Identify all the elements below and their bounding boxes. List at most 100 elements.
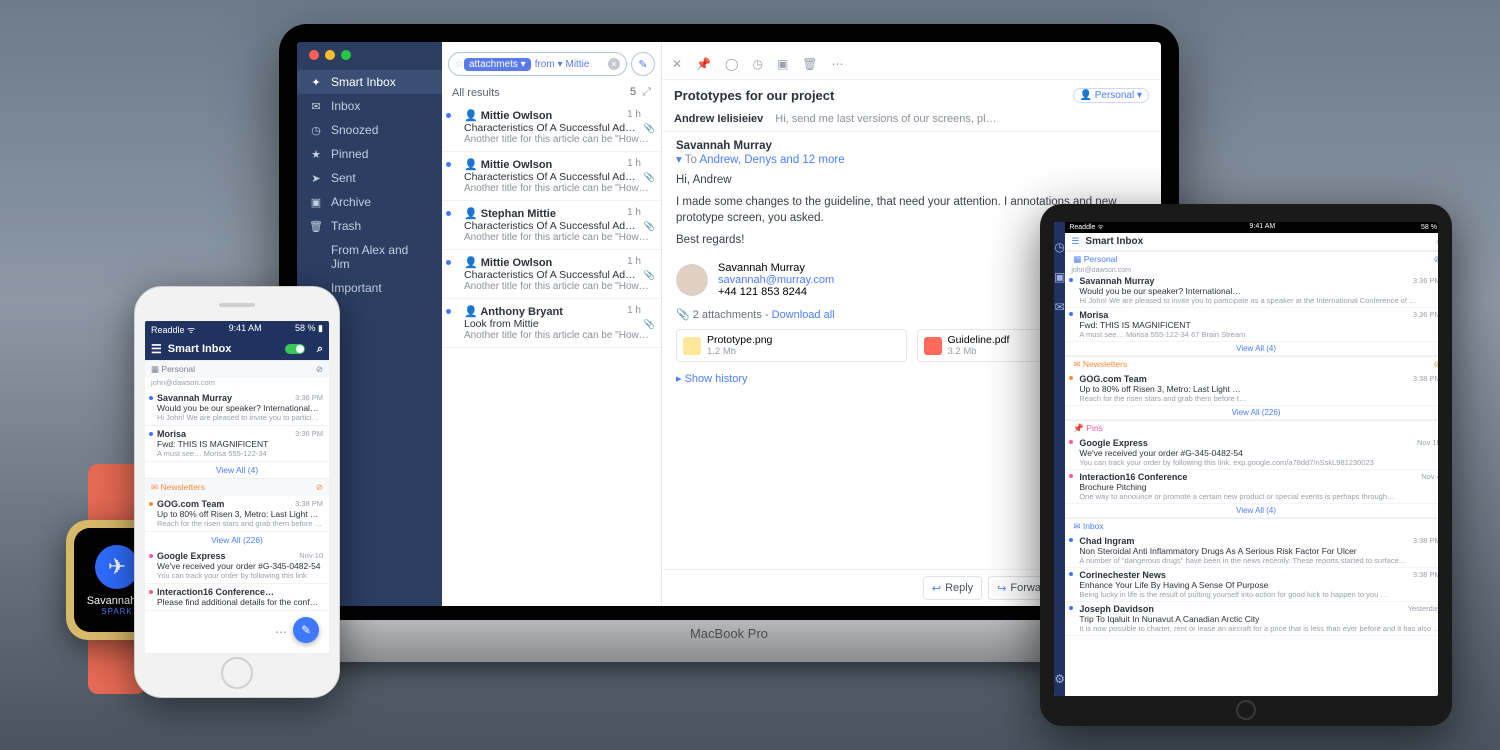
view-all-personal[interactable]: View All (4) — [1065, 342, 1438, 356]
inbox-icon[interactable]: ✉ — [1055, 300, 1065, 314]
list-item[interactable]: Corinechester News3:38 PMEnhance Your Li… — [1065, 568, 1438, 602]
minimize-window-dot[interactable] — [325, 50, 335, 60]
list-item[interactable]: Interaction16 ConferenceNov 4Brochure Pi… — [1065, 470, 1438, 504]
more-menu-icon[interactable]: ⋯ — [275, 625, 287, 639]
attachment-png[interactable]: Prototype.png 1.2 Mb — [676, 329, 907, 362]
list-item[interactable]: Morisa3:36 PMFwd: THIS IS MAGNIFICENTA m… — [145, 426, 329, 462]
folder-icon: 🗑 — [309, 220, 323, 233]
trash-icon[interactable]: 🗑 — [802, 57, 817, 71]
view-all-news[interactable]: View All (226) — [145, 532, 329, 548]
search-icon[interactable]: ⌕ — [1436, 236, 1438, 247]
ipad-sidebar: ◷ ▣ ✉ ⚙ — [1054, 222, 1065, 696]
message-row[interactable]: 👤 Mittie Owlson1 h📎Characteristics Of A … — [442, 250, 661, 299]
clock-icon[interactable]: ◷ — [1054, 240, 1064, 254]
list-item[interactable]: Savannah Murray3:36 PMWould you be our s… — [145, 390, 329, 426]
download-all-link[interactable]: Download all — [772, 309, 835, 321]
sig-email[interactable]: savannah@murray.com — [718, 274, 834, 286]
zoom-window-dot[interactable] — [341, 50, 351, 60]
message-list-column: ☆ attachmets ▾ from ▾ Mittie ✕ ✎ All res… — [442, 42, 662, 606]
list-item[interactable]: GOG.com Team3:38 PMUp to 80% off Risen 3… — [1065, 372, 1438, 406]
reader-toolbar: ✕ 📌 ◯ ◷ ▣ 🗑 ⋯ — [662, 48, 1161, 80]
ipad-home-button[interactable] — [1236, 700, 1256, 720]
sidebar-item-sent[interactable]: ➤Sent — [297, 166, 442, 190]
message-row[interactable]: 👤 Anthony Bryant1 h📎Look from MittieAnot… — [442, 299, 661, 348]
message-row[interactable]: 👤 Mittie Owlson1 h📎Characteristics Of A … — [442, 103, 661, 152]
unread-dot — [446, 309, 451, 314]
folder-icon: ◷ — [309, 124, 323, 137]
attachment-icon: 📎 — [644, 123, 655, 134]
clear-search-icon[interactable]: ✕ — [608, 58, 620, 70]
section-newsletters: ✉ Newsletters⊘ — [1065, 356, 1438, 372]
snooze-icon[interactable]: ◷ — [752, 57, 762, 71]
section-more-icon[interactable]: ⊘ — [316, 482, 323, 493]
list-item[interactable]: Morisa3:36 PMFwd: THIS IS MAGNIFICENTA m… — [1065, 308, 1438, 342]
view-all-news[interactable]: View All (226) — [1065, 406, 1438, 420]
thread-collapsed-row[interactable]: Andrew Ielisieiev Hi, send me last versi… — [662, 109, 1161, 132]
more-icon[interactable]: ⋯ — [832, 57, 844, 71]
sidebar-item-inbox[interactable]: ✉Inbox — [297, 94, 442, 118]
section-pins: 📌 Pins — [1065, 420, 1438, 436]
iphone-home-button[interactable] — [221, 657, 253, 689]
section-more-icon[interactable]: ⊘ — [1434, 254, 1438, 265]
section-more-icon[interactable]: ⊘ — [316, 364, 323, 375]
list-item[interactable]: GOG.com Team3:38 PM Up to 80% off Risen … — [145, 496, 329, 532]
reply-button[interactable]: ↩Reply — [923, 576, 982, 600]
pin-icon[interactable]: 📌 — [696, 57, 711, 71]
unread-dot — [446, 260, 451, 265]
results-label: All results — [452, 87, 500, 99]
account-badge[interactable]: 👤 Personal ▾ — [1073, 88, 1150, 103]
sidebar-item-smart-inbox[interactable]: ✦Smart Inbox — [297, 70, 442, 94]
spark-app-icon: ✈ — [95, 545, 139, 589]
list-item[interactable]: Google ExpressNov 10 We've received your… — [145, 548, 329, 584]
chevron-down-icon[interactable]: ▾ — [676, 154, 685, 166]
view-all-pins[interactable]: View All (4) — [1065, 504, 1438, 518]
attachment-icon: 📎 — [644, 221, 655, 232]
search-filter-pill[interactable]: attachmets ▾ — [464, 58, 531, 71]
list-item[interactable]: Interaction16 Conference… Please find ad… — [145, 584, 329, 611]
message-row[interactable]: 👤 Stephan Mittie1 h📎Characteristics Of A… — [442, 201, 661, 250]
section-more-icon[interactable]: ⊘ — [1434, 359, 1438, 370]
compose-fab[interactable]: ✎ — [293, 617, 319, 643]
search-input[interactable]: ☆ attachmets ▾ from ▾ Mittie ✕ — [448, 52, 627, 76]
hamburger-icon[interactable]: ☰ — [1071, 236, 1079, 247]
search-text: Mittie — [566, 59, 590, 70]
view-all-personal[interactable]: View All (4) — [145, 462, 329, 478]
sidebar-item-pinned[interactable]: ★Pinned — [297, 142, 442, 166]
section-inbox: ✉ Inbox — [1065, 518, 1438, 534]
search-from-filter[interactable]: from ▾ — [535, 59, 563, 70]
mark-read-icon[interactable]: ◯ — [725, 57, 738, 71]
ipad-device: ◷ ▣ ✉ ⚙ Readdle ᯤ9:41 AM58 % ▮ ☰ Smart I… — [1040, 204, 1452, 726]
expand-icon[interactable]: ⤢ — [642, 86, 651, 98]
search-icon[interactable]: ⌕ — [317, 343, 323, 356]
sidebar-item-archive[interactable]: ▣Archive — [297, 190, 442, 214]
archive-icon[interactable]: ▣ — [1054, 270, 1065, 284]
window-traffic-lights[interactable] — [297, 50, 442, 70]
close-window-dot[interactable] — [309, 50, 319, 60]
sig-name: Savannah Murray — [718, 262, 834, 274]
sidebar-item-from-alex-and-jim[interactable]: From Alex and Jim — [297, 238, 442, 276]
attachment-icon: 📎 — [644, 172, 655, 183]
unread-dot — [446, 162, 451, 167]
account-email: john@dawson.com — [1065, 267, 1438, 274]
message-row[interactable]: 👤 Mittie Owlson1 h📎Characteristics Of A … — [442, 152, 661, 201]
list-item[interactable]: Chad Ingram3:38 PMNon Steroidal Anti Inf… — [1065, 534, 1438, 568]
compose-button[interactable]: ✎ — [631, 52, 655, 76]
gear-icon[interactable]: ⚙ — [1054, 672, 1065, 686]
hamburger-icon[interactable]: ☰ — [151, 342, 162, 356]
list-item[interactable]: Google ExpressNov 10We've received your … — [1065, 436, 1438, 470]
close-icon[interactable]: ✕ — [672, 57, 682, 71]
email-recipients-link[interactable]: Andrew, Denys and 12 more — [699, 154, 844, 166]
sig-phone: +44 121 853 8244 — [718, 286, 834, 298]
watch-app-label: SPARK — [101, 607, 133, 616]
sidebar-item-snoozed[interactable]: ◷Snoozed — [297, 118, 442, 142]
folder-icon: ★ — [309, 148, 323, 161]
email-greeting: Hi, Andrew — [676, 172, 1147, 188]
smart-toggle[interactable] — [285, 344, 305, 354]
list-item[interactable]: Joseph DavidsonYesterdayTrip To Iqaluit … — [1065, 602, 1438, 636]
archive-icon[interactable]: ▣ — [777, 57, 788, 71]
ipad-title: Smart Inbox — [1085, 236, 1143, 247]
results-count: 5 — [630, 86, 636, 98]
star-icon[interactable]: ☆ — [455, 59, 464, 70]
sidebar-item-trash[interactable]: 🗑Trash — [297, 214, 442, 238]
list-item[interactable]: Savannah Murray3:36 PMWould you be our s… — [1065, 274, 1438, 308]
